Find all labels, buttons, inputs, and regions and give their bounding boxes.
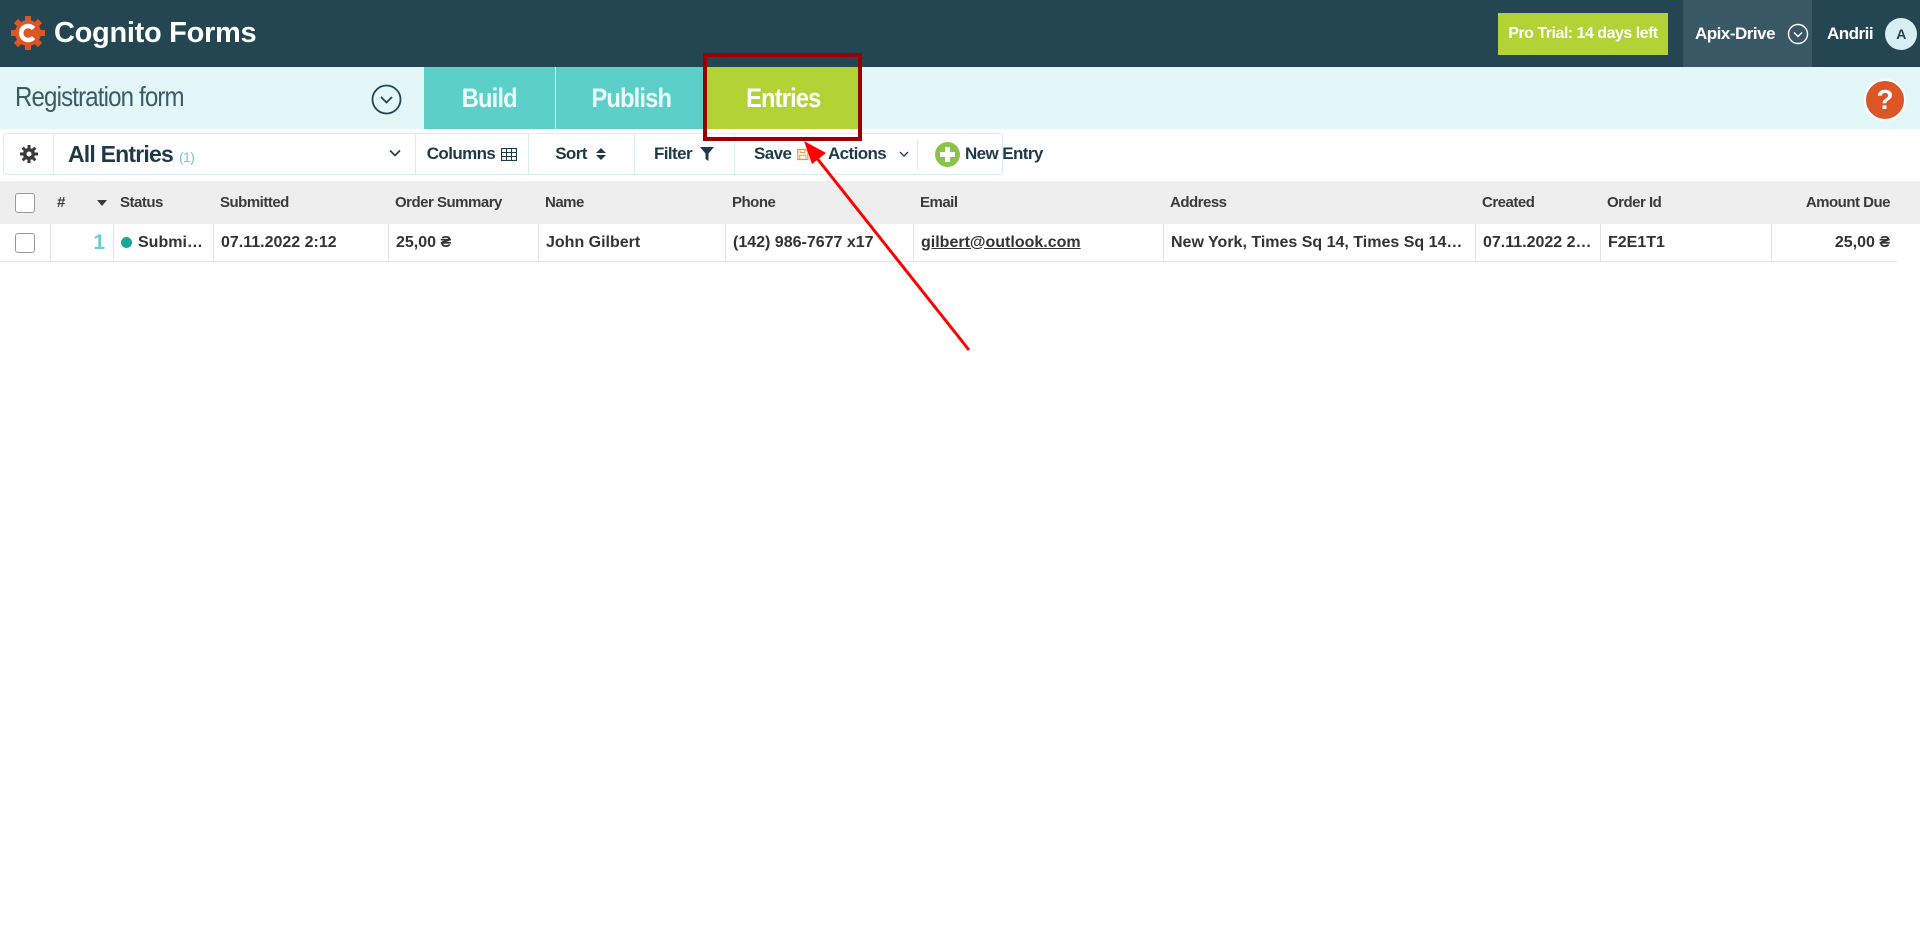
order-summary-cell: 25,00 ₴ (388, 224, 538, 261)
sort-label: Sort (555, 144, 587, 163)
tab-publish[interactable]: Publish (556, 67, 707, 129)
table-grid-icon (501, 147, 518, 161)
address-cell: New York, Times Sq 14, Times Sq 14… (1163, 224, 1475, 261)
column-header-label: Status (120, 194, 163, 211)
submitted-cell: 07.11.2022 2:12 (213, 224, 388, 261)
entry-number: 1 (93, 230, 105, 254)
chevron-down-icon (899, 151, 909, 157)
column-header-order-summary[interactable]: Order Summary (388, 181, 538, 224)
status-dot-icon (121, 237, 132, 248)
column-header-name[interactable]: Name (538, 181, 725, 224)
tab-entries[interactable]: Entries (707, 67, 859, 129)
organization-name: Apix-Drive (1695, 23, 1776, 43)
email-cell: gilbert@outlook.com (913, 224, 1163, 261)
view-settings-button[interactable] (4, 134, 53, 174)
pro-trial-button[interactable]: Pro Trial: 14 days left (1498, 13, 1668, 55)
organization-menu[interactable]: Apix-Drive (1683, 0, 1812, 67)
status-cell: Submi… (113, 224, 213, 261)
save-label: Save (754, 144, 792, 163)
avatar: A (1885, 17, 1918, 50)
created-cell: 07.11.2022 2… (1475, 224, 1600, 261)
save-view-button[interactable]: Save (734, 134, 809, 174)
new-entry-button[interactable]: New Entry (935, 133, 1043, 175)
column-header-order-id[interactable]: Order Id (1600, 181, 1771, 224)
name-cell: John Gilbert (538, 224, 725, 261)
chevron-down-circle-icon (1787, 23, 1809, 44)
entry-number-cell[interactable]: 1 (50, 224, 113, 261)
column-header-label: Phone (732, 194, 776, 211)
columns-label: Columns (426, 144, 496, 163)
pro-trial-label: Pro Trial: 14 days left (1508, 25, 1658, 42)
select-all-cell (0, 181, 50, 224)
email-link[interactable]: gilbert@outlook.com (921, 234, 1081, 252)
sort-arrows-icon (595, 148, 606, 160)
table-row[interactable]: 1 Submi… 07.11.2022 2:12 25,00 ₴ John Gi… (0, 224, 1897, 262)
order-id-cell: F2E1T1 (1600, 224, 1771, 261)
column-header-submitted[interactable]: Submitted (213, 181, 388, 224)
select-all-checkbox[interactable] (15, 192, 35, 213)
column-header-label: Order Id (1607, 194, 1662, 211)
help-icon: ? (1876, 84, 1894, 115)
column-header-label: Order Summary (395, 194, 502, 211)
column-header-label: Email (920, 194, 958, 211)
entries-count: (1) (178, 149, 195, 165)
status-badge: Submi… (138, 233, 203, 251)
phone-cell: (142) 986-7677 x17 (725, 224, 913, 261)
amount-due-cell: 25,00 ₴ (1771, 224, 1897, 261)
actions-label: Actions (828, 144, 887, 163)
column-header-amount-due[interactable]: Amount Due (1771, 181, 1897, 224)
columns-button[interactable]: Columns (416, 134, 528, 174)
column-header-label: # (57, 194, 65, 211)
toolbar-divider (917, 140, 918, 170)
column-header-label: Created (1482, 194, 1535, 211)
user-name: Andrii (1827, 23, 1874, 43)
column-header-number[interactable]: # (50, 181, 113, 224)
column-header-label: Amount Due (1805, 194, 1891, 211)
filter-label: Filter (654, 144, 693, 163)
form-title: Registration form (15, 81, 185, 112)
sort-desc-caret-icon (97, 199, 107, 206)
column-header-email[interactable]: Email (913, 181, 1163, 224)
view-selector[interactable]: All Entries (1) (54, 134, 416, 174)
column-header-status[interactable]: Status (113, 181, 213, 224)
tab-build[interactable]: Build (424, 67, 555, 129)
sort-button[interactable]: Sort (528, 134, 634, 174)
row-select-cell (0, 224, 50, 261)
brand-logo[interactable]: Cognito Forms (10, 14, 257, 52)
actions-menu-button[interactable]: Actions (828, 133, 910, 175)
column-header-label: Address (1170, 194, 1227, 211)
help-button[interactable]: ? (1864, 79, 1906, 121)
entries-table: # Status Submitted Order Summary Name Ph… (0, 181, 1920, 262)
tab-build-label: Build (462, 82, 518, 113)
table-header-row: # Status Submitted Order Summary Name Ph… (0, 181, 1920, 224)
floppy-disk-icon (797, 148, 809, 160)
gear-icon (19, 145, 38, 163)
column-header-address[interactable]: Address (1163, 181, 1475, 224)
column-header-label: Submitted (220, 194, 289, 211)
column-header-phone[interactable]: Phone (725, 181, 913, 224)
tab-entries-label: Entries (745, 82, 821, 113)
form-subheader: Registration form Build Publish Entries … (0, 67, 1920, 129)
column-header-created[interactable]: Created (1475, 181, 1600, 224)
user-menu[interactable]: Andrii A (1812, 0, 1920, 67)
tab-publish-label: Publish (591, 82, 673, 113)
top-navbar: Cognito Forms Pro Trial: 14 days left Ap… (0, 0, 1920, 67)
view-selector-label: All Entries (68, 140, 174, 167)
filter-funnel-icon (699, 147, 714, 161)
row-checkbox[interactable] (15, 232, 35, 253)
plus-circle-icon (935, 141, 960, 167)
form-menu-chevron-icon[interactable] (371, 84, 402, 115)
brand-name: Cognito Forms (54, 16, 257, 49)
cognito-gear-icon (11, 16, 45, 50)
filter-button[interactable]: Filter (634, 134, 734, 174)
column-header-label: Name (545, 194, 584, 211)
chevron-down-icon (389, 149, 401, 157)
new-entry-label: New Entry (965, 144, 1043, 163)
